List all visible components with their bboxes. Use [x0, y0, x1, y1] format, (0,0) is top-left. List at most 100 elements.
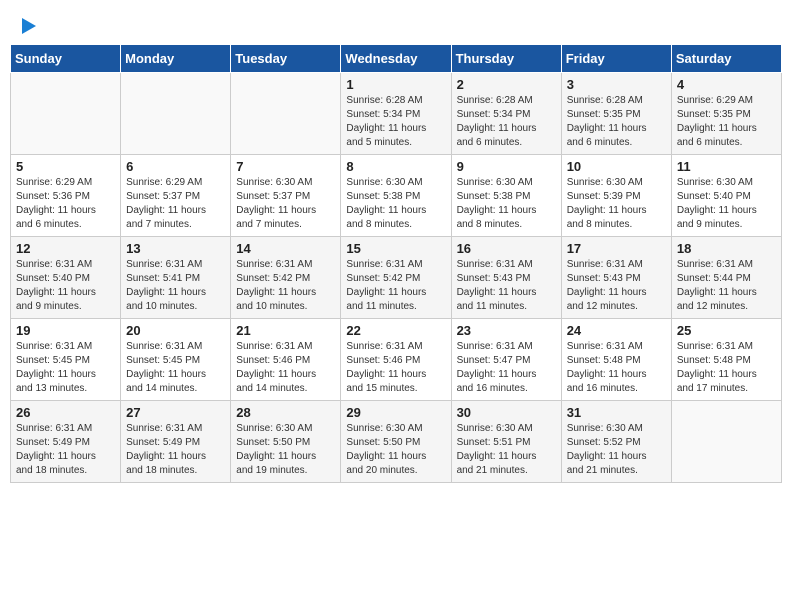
day-info: Sunrise: 6:29 AM Sunset: 5:36 PM Dayligh…	[16, 176, 115, 232]
day-number: 3	[567, 77, 666, 92]
calendar-cell: 22 Sunrise: 6:31 AM Sunset: 5:46 PM Dayli…	[341, 319, 451, 401]
day-info: Sunrise: 6:30 AM Sunset: 5:50 PM Dayligh…	[346, 422, 445, 478]
day-number: 11	[677, 159, 776, 174]
day-info: Sunrise: 6:31 AM Sunset: 5:43 PM Dayligh…	[457, 258, 556, 314]
day-number: 9	[457, 159, 556, 174]
calendar-cell: 16 Sunrise: 6:31 AM Sunset: 5:43 PM Dayli…	[451, 237, 561, 319]
week-row-3: 12 Sunrise: 6:31 AM Sunset: 5:40 PM Dayli…	[11, 237, 782, 319]
calendar-cell: 23 Sunrise: 6:31 AM Sunset: 5:47 PM Dayli…	[451, 319, 561, 401]
day-info: Sunrise: 6:31 AM Sunset: 5:43 PM Dayligh…	[567, 258, 666, 314]
day-info: Sunrise: 6:31 AM Sunset: 5:45 PM Dayligh…	[126, 340, 225, 396]
day-info: Sunrise: 6:31 AM Sunset: 5:45 PM Dayligh…	[16, 340, 115, 396]
day-info: Sunrise: 6:31 AM Sunset: 5:48 PM Dayligh…	[567, 340, 666, 396]
calendar-cell: 11 Sunrise: 6:30 AM Sunset: 5:40 PM Dayli…	[671, 155, 781, 237]
calendar-cell: 6 Sunrise: 6:29 AM Sunset: 5:37 PM Daylig…	[121, 155, 231, 237]
calendar-cell: 17 Sunrise: 6:31 AM Sunset: 5:43 PM Dayli…	[561, 237, 671, 319]
day-number: 23	[457, 323, 556, 338]
calendar-cell: 24 Sunrise: 6:31 AM Sunset: 5:48 PM Dayli…	[561, 319, 671, 401]
calendar-cell: 15Sunrise: 6:31 AM Sunset: 5:42 PM Dayli…	[341, 237, 451, 319]
day-number: 22	[346, 323, 445, 338]
day-info: Sunrise: 6:31 AM Sunset: 5:42 PM Dayligh…	[346, 258, 445, 314]
weekday-header-saturday: Saturday	[671, 45, 781, 73]
day-info: Sunrise: 6:30 AM Sunset: 5:37 PM Dayligh…	[236, 176, 335, 232]
calendar-cell: 31 Sunrise: 6:30 AM Sunset: 5:52 PM Dayli…	[561, 401, 671, 483]
day-number: 10	[567, 159, 666, 174]
calendar-cell: 21Sunrise: 6:31 AM Sunset: 5:46 PM Dayli…	[231, 319, 341, 401]
day-number: 17	[567, 241, 666, 256]
day-info: Sunrise: 6:31 AM Sunset: 5:46 PM Dayligh…	[346, 340, 445, 396]
day-number: 8	[346, 159, 445, 174]
calendar-cell: 10 Sunrise: 6:30 AM Sunset: 5:39 PM Dayli…	[561, 155, 671, 237]
calendar-cell: 25 Sunrise: 6:31 AM Sunset: 5:48 PM Dayli…	[671, 319, 781, 401]
day-number: 1	[346, 77, 445, 92]
calendar-cell: 19 Sunrise: 6:31 AM Sunset: 5:45 PM Dayli…	[11, 319, 121, 401]
calendar-cell	[231, 73, 341, 155]
day-number: 13	[126, 241, 225, 256]
day-number: 20	[126, 323, 225, 338]
day-number: 26	[16, 405, 115, 420]
calendar-cell: 5 Sunrise: 6:29 AM Sunset: 5:36 PM Daylig…	[11, 155, 121, 237]
calendar-cell: 28Sunrise: 6:30 AM Sunset: 5:50 PM Dayli…	[231, 401, 341, 483]
day-info: Sunrise: 6:30 AM Sunset: 5:39 PM Dayligh…	[567, 176, 666, 232]
week-row-4: 19 Sunrise: 6:31 AM Sunset: 5:45 PM Dayli…	[11, 319, 782, 401]
week-row-2: 5 Sunrise: 6:29 AM Sunset: 5:36 PM Daylig…	[11, 155, 782, 237]
logo-arrow-icon	[22, 18, 36, 34]
day-number: 12	[16, 241, 115, 256]
weekday-header-thursday: Thursday	[451, 45, 561, 73]
day-info: Sunrise: 6:30 AM Sunset: 5:51 PM Dayligh…	[457, 422, 556, 478]
day-number: 25	[677, 323, 776, 338]
day-info: Sunrise: 6:30 AM Sunset: 5:40 PM Dayligh…	[677, 176, 776, 232]
calendar-cell: 4Sunrise: 6:29 AM Sunset: 5:35 PM Daylig…	[671, 73, 781, 155]
day-info: Sunrise: 6:31 AM Sunset: 5:49 PM Dayligh…	[16, 422, 115, 478]
calendar-cell: 26 Sunrise: 6:31 AM Sunset: 5:49 PM Dayli…	[11, 401, 121, 483]
day-info: Sunrise: 6:31 AM Sunset: 5:46 PM Dayligh…	[236, 340, 335, 396]
logo	[20, 20, 36, 34]
day-info: Sunrise: 6:29 AM Sunset: 5:37 PM Dayligh…	[126, 176, 225, 232]
day-number: 31	[567, 405, 666, 420]
calendar-cell: 14 Sunrise: 6:31 AM Sunset: 5:42 PM Dayli…	[231, 237, 341, 319]
calendar-cell: 12 Sunrise: 6:31 AM Sunset: 5:40 PM Dayli…	[11, 237, 121, 319]
calendar-cell: 9 Sunrise: 6:30 AM Sunset: 5:38 PM Daylig…	[451, 155, 561, 237]
day-number: 29	[346, 405, 445, 420]
day-info: Sunrise: 6:31 AM Sunset: 5:40 PM Dayligh…	[16, 258, 115, 314]
weekday-header-friday: Friday	[561, 45, 671, 73]
day-info: Sunrise: 6:28 AM Sunset: 5:35 PM Dayligh…	[567, 94, 666, 150]
day-number: 5	[16, 159, 115, 174]
day-info: Sunrise: 6:30 AM Sunset: 5:38 PM Dayligh…	[346, 176, 445, 232]
calendar-cell	[121, 73, 231, 155]
calendar-cell: 27Sunrise: 6:31 AM Sunset: 5:49 PM Dayli…	[121, 401, 231, 483]
day-info: Sunrise: 6:31 AM Sunset: 5:48 PM Dayligh…	[677, 340, 776, 396]
day-info: Sunrise: 6:30 AM Sunset: 5:52 PM Dayligh…	[567, 422, 666, 478]
day-number: 30	[457, 405, 556, 420]
day-number: 6	[126, 159, 225, 174]
day-number: 7	[236, 159, 335, 174]
day-info: Sunrise: 6:29 AM Sunset: 5:35 PM Dayligh…	[677, 94, 776, 150]
weekday-header-tuesday: Tuesday	[231, 45, 341, 73]
day-info: Sunrise: 6:30 AM Sunset: 5:38 PM Dayligh…	[457, 176, 556, 232]
calendar-cell: 30 Sunrise: 6:30 AM Sunset: 5:51 PM Dayli…	[451, 401, 561, 483]
calendar-cell: 20 Sunrise: 6:31 AM Sunset: 5:45 PM Dayli…	[121, 319, 231, 401]
day-info: Sunrise: 6:31 AM Sunset: 5:47 PM Dayligh…	[457, 340, 556, 396]
day-number: 16	[457, 241, 556, 256]
week-row-5: 26 Sunrise: 6:31 AM Sunset: 5:49 PM Dayli…	[11, 401, 782, 483]
page-header	[10, 10, 782, 39]
weekday-header-row: SundayMondayTuesdayWednesdayThursdayFrid…	[11, 45, 782, 73]
calendar-cell: 3 Sunrise: 6:28 AM Sunset: 5:35 PM Daylig…	[561, 73, 671, 155]
day-info: Sunrise: 6:31 AM Sunset: 5:42 PM Dayligh…	[236, 258, 335, 314]
weekday-header-sunday: Sunday	[11, 45, 121, 73]
calendar-cell: 18Sunrise: 6:31 AM Sunset: 5:44 PM Dayli…	[671, 237, 781, 319]
day-info: Sunrise: 6:30 AM Sunset: 5:50 PM Dayligh…	[236, 422, 335, 478]
day-number: 24	[567, 323, 666, 338]
day-number: 14	[236, 241, 335, 256]
calendar-table: SundayMondayTuesdayWednesdayThursdayFrid…	[10, 44, 782, 483]
day-info: Sunrise: 6:31 AM Sunset: 5:44 PM Dayligh…	[677, 258, 776, 314]
day-number: 19	[16, 323, 115, 338]
calendar-cell: 1 Sunrise: 6:28 AM Sunset: 5:34 PM Daylig…	[341, 73, 451, 155]
day-info: Sunrise: 6:31 AM Sunset: 5:49 PM Dayligh…	[126, 422, 225, 478]
day-info: Sunrise: 6:28 AM Sunset: 5:34 PM Dayligh…	[346, 94, 445, 150]
calendar-cell: 7 Sunrise: 6:30 AM Sunset: 5:37 PM Daylig…	[231, 155, 341, 237]
calendar-cell	[671, 401, 781, 483]
calendar-cell: 2Sunrise: 6:28 AM Sunset: 5:34 PM Daylig…	[451, 73, 561, 155]
calendar-cell: 8 Sunrise: 6:30 AM Sunset: 5:38 PM Daylig…	[341, 155, 451, 237]
day-info: Sunrise: 6:31 AM Sunset: 5:41 PM Dayligh…	[126, 258, 225, 314]
